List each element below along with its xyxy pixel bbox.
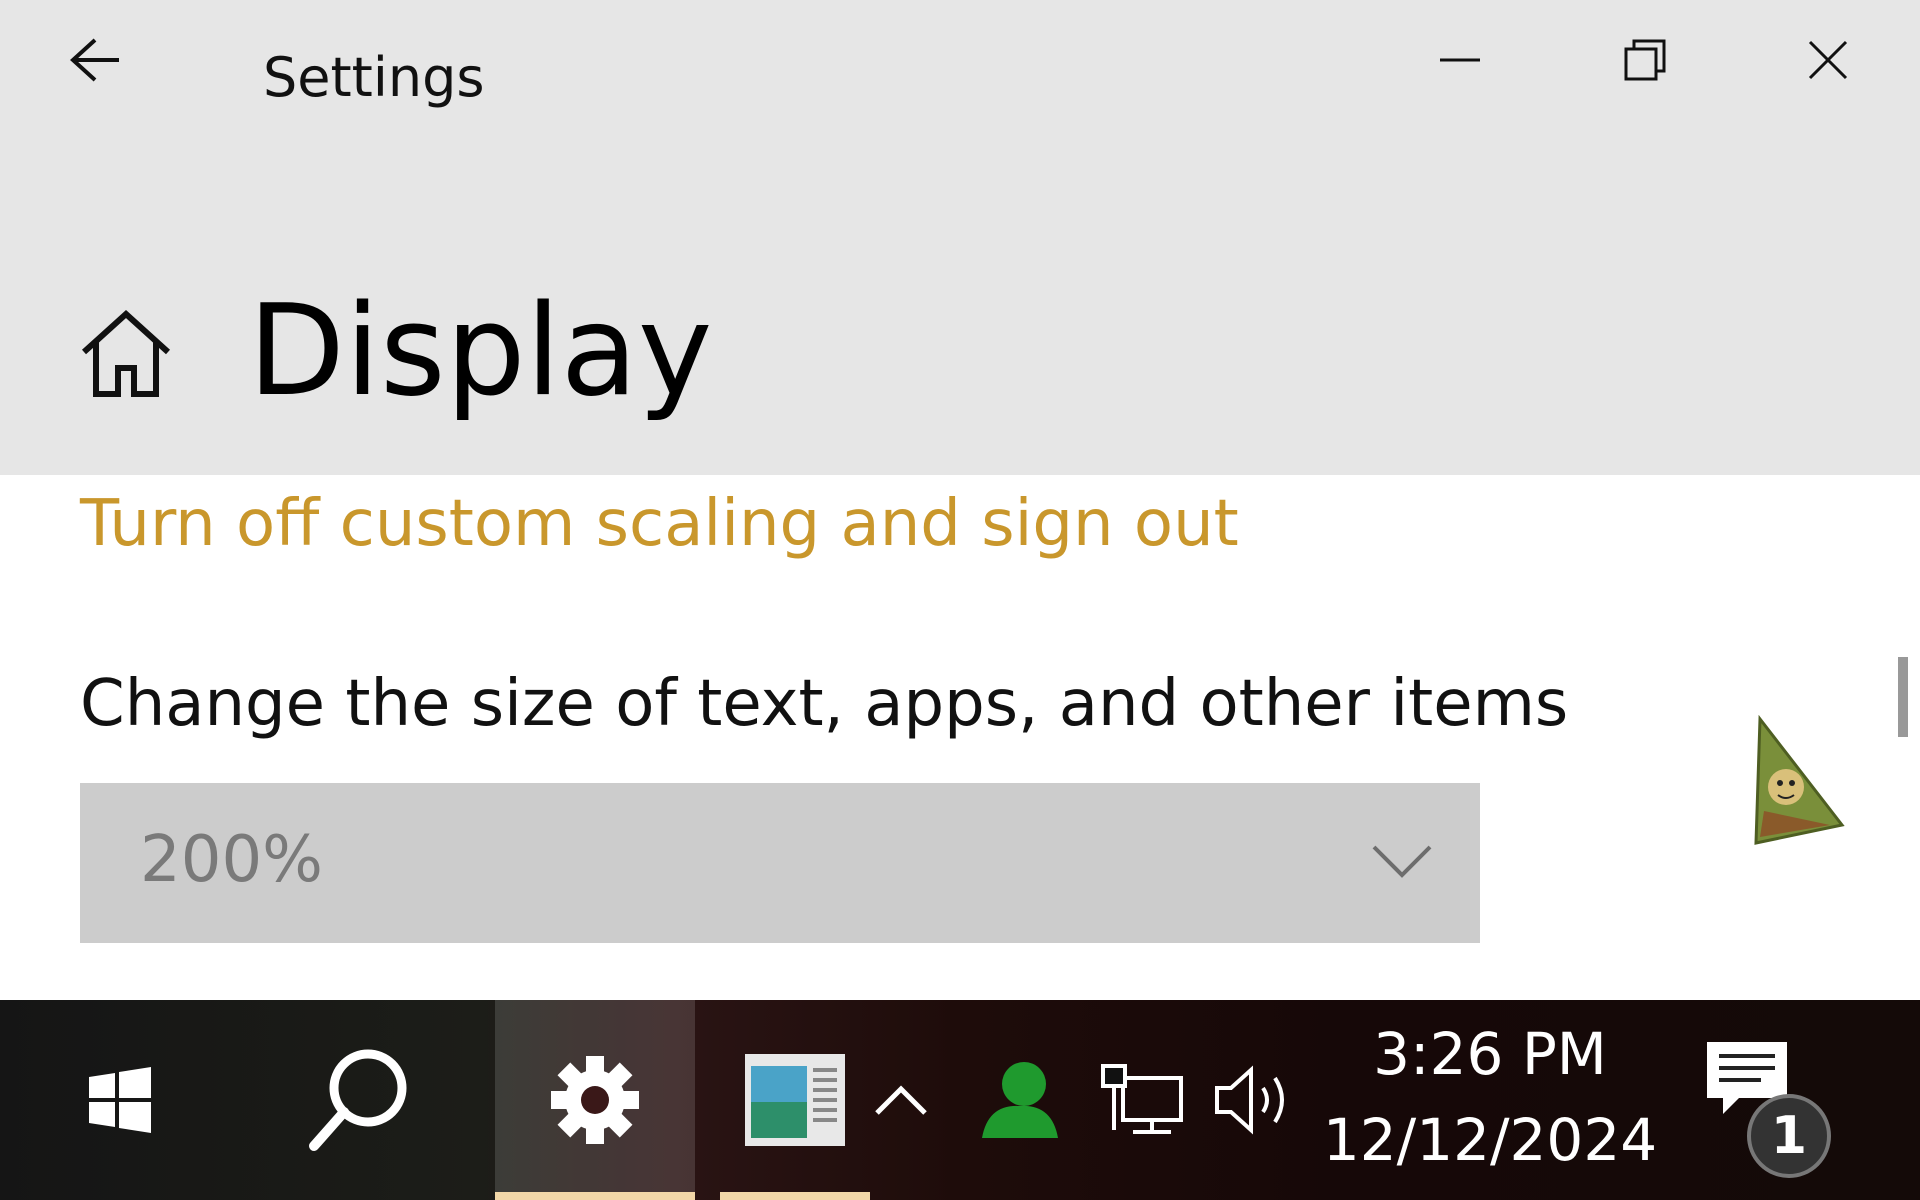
windows-start-icon: [89, 1067, 151, 1133]
home-icon[interactable]: [78, 308, 174, 404]
close-button[interactable]: [1773, 22, 1883, 98]
arrow-left-icon: [70, 38, 119, 82]
tray-user-app[interactable]: [970, 1000, 1070, 1200]
network-button[interactable]: [1095, 1000, 1190, 1200]
volume-button[interactable]: [1210, 1000, 1300, 1200]
scale-dropdown-value: 200%: [140, 823, 323, 897]
header-area: Settings Display: [0, 0, 1920, 475]
network-icon: [1100, 1064, 1183, 1134]
active-indicator: [495, 1192, 695, 1200]
close-icon: [1808, 40, 1848, 80]
clock-time: 3:26 PM: [1373, 1020, 1607, 1088]
clock-date: 12/12/2024: [1322, 1106, 1658, 1174]
user-icon: [982, 1062, 1058, 1138]
scale-dropdown[interactable]: 200%: [80, 783, 1480, 943]
search-icon: [309, 1049, 407, 1151]
back-button[interactable]: [60, 30, 130, 90]
notification-count-badge: 1: [1747, 1094, 1831, 1178]
settings-content: Turn off custom scaling and sign out Cha…: [0, 475, 1920, 1000]
taskbar-clock[interactable]: 3:26 PM 12/12/2024: [1320, 1015, 1660, 1190]
desktop-mascot-icon: [1754, 715, 1845, 845]
taskbar-app-window[interactable]: [720, 1000, 870, 1200]
minimize-icon: [1440, 58, 1480, 62]
action-center-button[interactable]: 1: [1705, 1040, 1835, 1180]
search-button[interactable]: [280, 1000, 440, 1200]
open-indicator: [720, 1192, 870, 1200]
show-hidden-icons-button[interactable]: [866, 1000, 936, 1200]
scale-label: Change the size of text, apps, and other…: [80, 667, 1569, 741]
scrollbar-thumb[interactable]: [1898, 657, 1908, 737]
volume-icon: [1215, 1065, 1284, 1135]
chevron-down-icon: [1372, 845, 1432, 878]
gear-icon: [551, 1056, 639, 1144]
app-window-icon: [745, 1054, 845, 1146]
restore-icon: [1624, 39, 1666, 81]
start-button[interactable]: [55, 1000, 185, 1200]
taskbar-settings-app[interactable]: [495, 1000, 695, 1200]
turn-off-scaling-link[interactable]: Turn off custom scaling and sign out: [80, 487, 1239, 561]
restore-button[interactable]: [1590, 22, 1700, 98]
page-title: Display: [248, 277, 713, 424]
chevron-up-icon: [875, 1085, 927, 1115]
app-title: Settings: [263, 46, 485, 109]
minimize-button[interactable]: [1405, 22, 1515, 98]
